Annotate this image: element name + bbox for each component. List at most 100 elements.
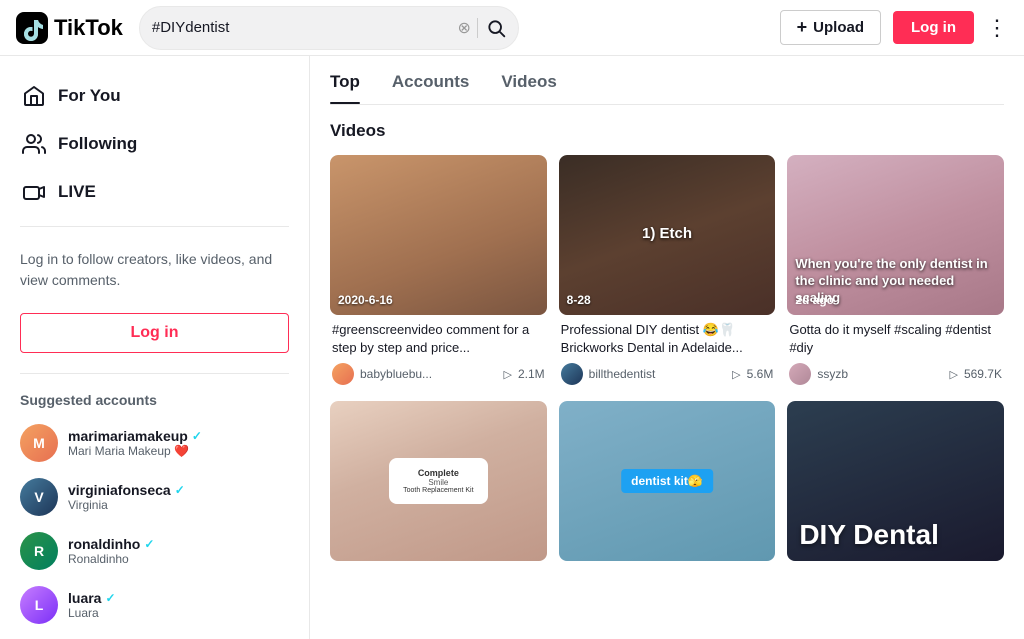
- account-handle-marimariamakeup: Mari Maria Makeup ❤️: [68, 444, 202, 458]
- video-caption-3: Gotta do it myself #scaling #dentist #di…: [787, 315, 1004, 359]
- verified-icon-virginiafonseca: ✓: [175, 483, 185, 497]
- video-card-6[interactable]: DIY Dental: [787, 401, 1004, 577]
- sidebar-item-following[interactable]: Following: [0, 120, 309, 168]
- video-meta-4: [330, 569, 547, 577]
- more-options-icon[interactable]: ⋮: [986, 15, 1008, 41]
- plus-icon: +: [797, 17, 808, 38]
- video-meta-2: billthedentist ▷ 5.6M: [559, 359, 776, 389]
- account-item-virginiafonseca[interactable]: V virginiafonseca ✓ Virginia: [0, 470, 309, 524]
- videos-section-label: Videos: [330, 121, 1004, 141]
- search-bar: ⊗: [139, 6, 519, 50]
- main-content: Top Accounts Videos Videos 2020-6-16 #gr…: [310, 56, 1024, 639]
- play-icon-2: ▷: [732, 368, 740, 381]
- account-item-ronaldinho[interactable]: R ronaldinho ✓ Ronaldinho: [0, 524, 309, 578]
- sidebar-item-live[interactable]: LIVE: [0, 168, 309, 216]
- account-info-marimariamakeup: marimariamakeup ✓ Mari Maria Makeup ❤️: [68, 428, 202, 458]
- thumb-badge-5: dentist kit🫣: [621, 469, 713, 493]
- account-name-virginiafonseca: virginiafonseca ✓: [68, 482, 185, 498]
- sidebar-divider-2: [20, 373, 289, 374]
- thumb-overlay-etch: 1) Etch: [642, 225, 692, 242]
- upload-button[interactable]: + Upload: [780, 10, 881, 45]
- account-handle-virginiafonseca: Virginia: [68, 498, 185, 512]
- sidebar-divider: [20, 226, 289, 227]
- meta-avatar-1: [332, 363, 354, 385]
- account-info-ronaldinho: ronaldinho ✓ Ronaldinho: [68, 536, 154, 566]
- tab-accounts[interactable]: Accounts: [392, 72, 469, 104]
- search-divider: [477, 18, 478, 38]
- header: TikTok ⊗ + Upload Log in ⋮: [0, 0, 1024, 56]
- meta-name-1: babybluebu...: [360, 367, 498, 381]
- video-grid: 2020-6-16 #greenscreenvideo comment for …: [330, 155, 1004, 577]
- home-icon: [20, 82, 48, 110]
- live-icon: [20, 178, 48, 206]
- sidebar-item-for-you[interactable]: For You: [0, 72, 309, 120]
- search-submit-icon[interactable]: [486, 18, 506, 38]
- verified-icon-luara: ✓: [105, 591, 115, 605]
- sidebar-cta-text: Log in to follow creators, like videos, …: [0, 237, 309, 303]
- thumb-overlay-big-6: DIY Dental: [799, 521, 939, 549]
- account-item-luara[interactable]: L luara ✓ Luara: [0, 578, 309, 632]
- account-item-marimariamakeup[interactable]: M marimariamakeup ✓ Mari Maria Makeup ❤️: [0, 416, 309, 470]
- sidebar: For You Following LIVE Log in to: [0, 56, 310, 639]
- view-count-3: 569.7K: [964, 367, 1002, 381]
- video-thumbnail-4: Complete Smile Tooth Replacement Kit: [330, 401, 547, 561]
- people-icon: [20, 130, 48, 158]
- video-thumbnail-6: DIY Dental: [787, 401, 1004, 561]
- suggested-accounts-title: Suggested accounts: [0, 384, 309, 416]
- video-card-3[interactable]: When you're the only dentist in the clin…: [787, 155, 1004, 389]
- search-input[interactable]: [152, 19, 458, 36]
- thumb-date-3: 2d ago: [795, 293, 834, 307]
- account-info-virginiafonseca: virginiafonseca ✓ Virginia: [68, 482, 185, 512]
- video-meta-3: ssyzb ▷ 569.7K: [787, 359, 1004, 389]
- header-login-button[interactable]: Log in: [893, 11, 974, 44]
- meta-avatar-2: [561, 363, 583, 385]
- tabs: Top Accounts Videos: [330, 56, 1004, 105]
- video-card-2[interactable]: 8-28 1) Etch Professional DIY dentist 😂🦷…: [559, 155, 776, 389]
- video-thumbnail-5: dentist kit🫣: [559, 401, 776, 561]
- header-right: + Upload Log in ⋮: [780, 10, 1008, 45]
- nav-following-label: Following: [58, 134, 137, 154]
- sidebar-login-button[interactable]: Log in: [20, 313, 289, 353]
- nav-for-you-label: For You: [58, 86, 121, 106]
- account-item-euromagagah[interactable]: E euromagagah ✓ ROMAGAGA: [0, 632, 309, 639]
- video-meta-6: [787, 569, 1004, 577]
- nav-live-label: LIVE: [58, 182, 96, 202]
- video-caption-5: [559, 561, 776, 569]
- meta-name-3: ssyzb: [817, 367, 943, 381]
- video-card-4[interactable]: Complete Smile Tooth Replacement Kit: [330, 401, 547, 577]
- video-thumbnail-3: When you're the only dentist in the clin…: [787, 155, 1004, 315]
- video-card-5[interactable]: dentist kit🫣: [559, 401, 776, 577]
- video-caption-4: [330, 561, 547, 569]
- tab-top[interactable]: Top: [330, 72, 360, 104]
- avatar-marimariamakeup: M: [20, 424, 58, 462]
- video-caption-6: [787, 561, 1004, 569]
- video-card-1[interactable]: 2020-6-16 #greenscreenvideo comment for …: [330, 155, 547, 389]
- video-meta-1: babybluebu... ▷ 2.1M: [330, 359, 547, 389]
- account-handle-luara: Luara: [68, 606, 116, 620]
- meta-name-2: billthedentist: [589, 367, 727, 381]
- thumb-date-1: 2020-6-16: [338, 293, 393, 307]
- search-clear-icon[interactable]: ⊗: [457, 18, 470, 38]
- video-thumbnail-1: 2020-6-16: [330, 155, 547, 315]
- account-handle-ronaldinho: Ronaldinho: [68, 552, 154, 566]
- view-count-2: 5.6M: [747, 367, 774, 381]
- verified-icon-marimariamakeup: ✓: [192, 429, 202, 443]
- upload-label: Upload: [813, 19, 864, 36]
- view-count-1: 2.1M: [518, 367, 545, 381]
- layout: For You Following LIVE Log in to: [0, 56, 1024, 639]
- play-icon-1: ▷: [504, 368, 512, 381]
- avatar-ronaldinho: R: [20, 532, 58, 570]
- meta-avatar-3: [789, 363, 811, 385]
- tab-videos[interactable]: Videos: [501, 72, 556, 104]
- thumb-date-2: 8-28: [567, 293, 591, 307]
- play-icon-3: ▷: [949, 368, 957, 381]
- video-caption-1: #greenscreenvideo comment for a step by …: [330, 315, 547, 359]
- video-thumbnail-2: 8-28 1) Etch: [559, 155, 776, 315]
- tiktok-logo-icon: [16, 12, 48, 44]
- account-name-luara: luara ✓: [68, 590, 116, 606]
- video-meta-5: [559, 569, 776, 577]
- account-name-ronaldinho: ronaldinho ✓: [68, 536, 154, 552]
- logo[interactable]: TikTok: [16, 12, 123, 44]
- account-info-luara: luara ✓ Luara: [68, 590, 116, 620]
- video-caption-2: Professional DIY dentist 😂🦷 Brickworks D…: [559, 315, 776, 359]
